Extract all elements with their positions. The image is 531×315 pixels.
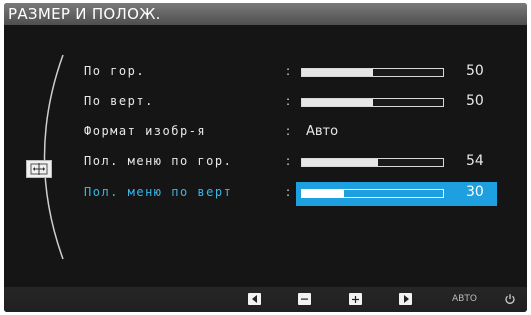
menu-h-position-slider[interactable]: [301, 158, 444, 167]
bottom-button-bar: АВТО: [4, 287, 527, 312]
auto-button[interactable]: АВТО: [452, 292, 477, 306]
minus-icon: [298, 293, 311, 305]
left-arrow-icon: [248, 293, 261, 305]
menu-item-menu-v-position[interactable]: Пол. меню по верт : 30: [4, 182, 527, 206]
menu-item-label: По верт.: [84, 94, 154, 108]
separator: :: [286, 154, 291, 168]
menu-item-value: 50: [466, 63, 484, 79]
v-position-slider[interactable]: [301, 98, 444, 107]
separator: :: [286, 124, 291, 138]
plus-icon: [349, 293, 362, 305]
separator: :: [286, 64, 291, 78]
menu-item-menu-h-position[interactable]: Пол. меню по гор. : 54: [4, 151, 527, 175]
auto-label: АВТО: [452, 294, 477, 304]
slider-fill: [302, 159, 379, 166]
menu-item-label: Формат изобр-я: [84, 124, 207, 138]
slider-fill: [302, 69, 373, 76]
right-arrow-icon: [399, 293, 412, 305]
menu-item-v-position[interactable]: По верт. : 50: [4, 91, 527, 115]
menu-item-value: 50: [466, 93, 484, 109]
power-button[interactable]: [504, 292, 516, 306]
menu-item-value: 54: [466, 153, 484, 169]
menu-v-position-slider[interactable]: [301, 189, 444, 198]
slider-fill: [302, 190, 345, 197]
separator: :: [286, 94, 291, 108]
right-button[interactable]: [399, 292, 412, 306]
power-icon: [505, 294, 515, 304]
menu-item-label: Пол. меню по гор.: [84, 154, 233, 168]
menu-panel: По гор. : 50 По верт. : 50 Формат изобр-…: [4, 25, 527, 287]
left-button[interactable]: [248, 292, 261, 306]
title-bar: РАЗМЕР И ПОЛОЖ.: [4, 3, 527, 25]
plus-button[interactable]: [349, 292, 362, 306]
menu-item-label: По гор.: [84, 64, 146, 78]
h-position-slider[interactable]: [301, 68, 444, 77]
menu-item-label: Пол. меню по верт: [84, 185, 233, 199]
menu-item-h-position[interactable]: По гор. : 50: [4, 61, 527, 85]
separator: :: [286, 185, 291, 199]
menu-item-value: 30: [466, 184, 484, 200]
slider-fill: [302, 99, 373, 106]
menu-title: РАЗМЕР И ПОЛОЖ.: [8, 5, 161, 23]
menu-item-value: Авто: [306, 124, 339, 139]
osd-window: РАЗМЕР И ПОЛОЖ. По гор. : 50 По верт.: …: [4, 3, 527, 312]
menu-item-image-format[interactable]: Формат изобр-я : Авто: [4, 121, 527, 145]
minus-button[interactable]: [298, 292, 311, 306]
